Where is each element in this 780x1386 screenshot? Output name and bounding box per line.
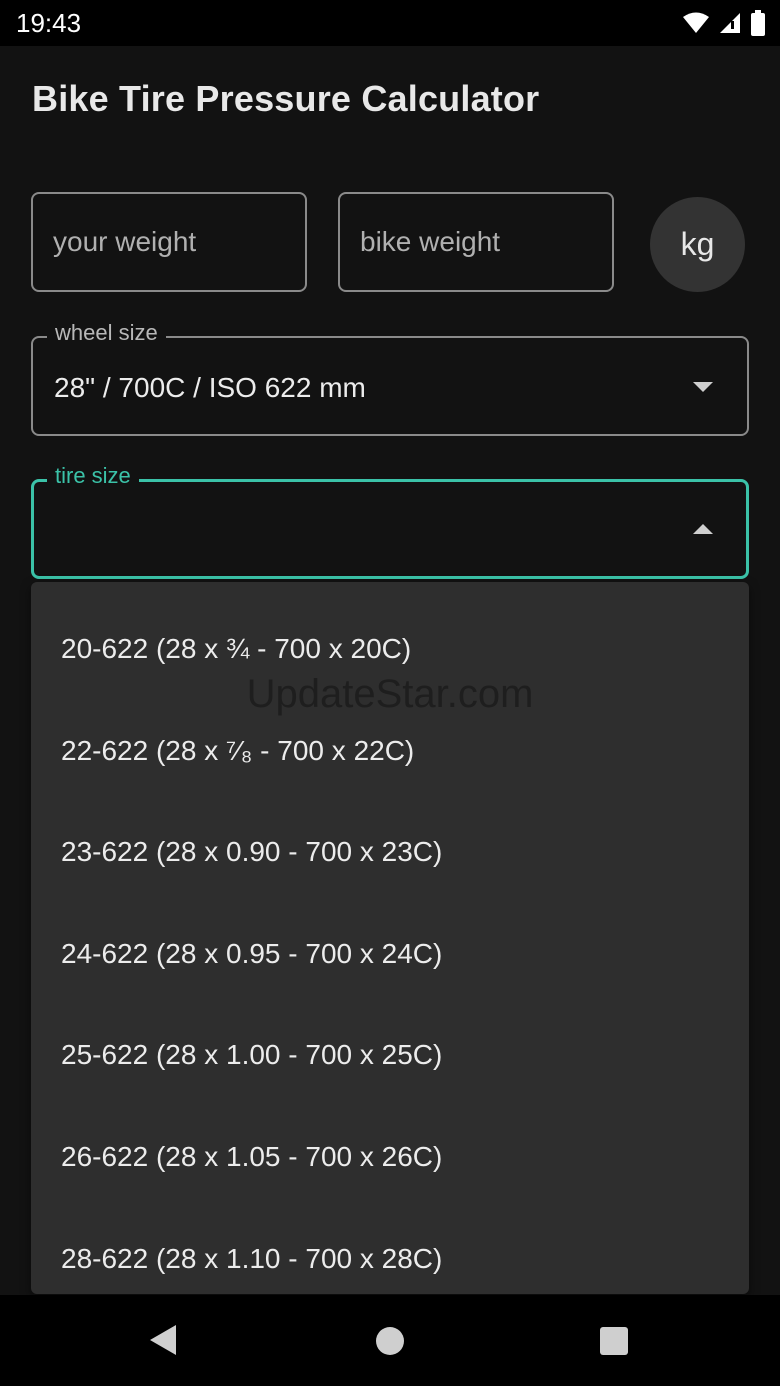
menu-item[interactable]: 25-622 (28 x 1.00 - 700 x 25C) xyxy=(31,1004,749,1106)
menu-item[interactable]: 26-622 (28 x 1.05 - 700 x 26C) xyxy=(31,1106,749,1208)
menu-item[interactable]: 23-622 (28 x 0.90 - 700 x 23C) xyxy=(31,801,749,903)
menu-item[interactable]: 28-622 (28 x 1.10 - 700 x 28C) xyxy=(31,1208,749,1294)
menu-item[interactable]: 24-622 (28 x 0.95 - 700 x 24C) xyxy=(31,903,749,1005)
status-time: 19:43 xyxy=(16,8,82,38)
status-icons xyxy=(682,10,766,36)
tire-size-label: tire size xyxy=(47,463,139,489)
navigation-bar xyxy=(0,1295,780,1386)
signal-icon xyxy=(720,13,740,33)
your-weight-input[interactable] xyxy=(33,194,263,290)
bike-weight-field-container xyxy=(338,192,614,292)
home-icon[interactable] xyxy=(376,1327,404,1355)
wheel-size-select[interactable]: wheel size 28" / 700C / ISO 622 mm xyxy=(31,320,749,436)
tire-size-select[interactable]: tire size xyxy=(31,463,749,579)
page-title: Bike Tire Pressure Calculator xyxy=(32,78,540,119)
tire-size-dropdown-menu: 20-622 (28 x ¾ - 700 x 20C) 22-622 (28 x… xyxy=(31,582,749,1294)
back-icon[interactable] xyxy=(150,1325,176,1355)
chevron-down-icon xyxy=(693,382,713,392)
menu-item[interactable]: 22-622 (28 x ⁷⁄₈ - 700 x 22C) xyxy=(31,700,749,802)
wheel-size-value: 28" / 700C / ISO 622 mm xyxy=(54,372,366,403)
chevron-up-icon xyxy=(693,524,713,534)
wheel-size-label: wheel size xyxy=(47,320,166,346)
status-bar: 19:43 xyxy=(0,0,780,46)
unit-toggle-button[interactable]: kg xyxy=(650,197,745,292)
your-weight-field-container xyxy=(31,192,307,292)
wifi-icon xyxy=(683,12,709,33)
menu-item[interactable]: 20-622 (28 x ¾ - 700 x 20C) xyxy=(31,598,749,700)
battery-icon xyxy=(751,10,765,36)
bike-weight-input[interactable] xyxy=(340,194,570,290)
recents-icon[interactable] xyxy=(600,1327,628,1355)
